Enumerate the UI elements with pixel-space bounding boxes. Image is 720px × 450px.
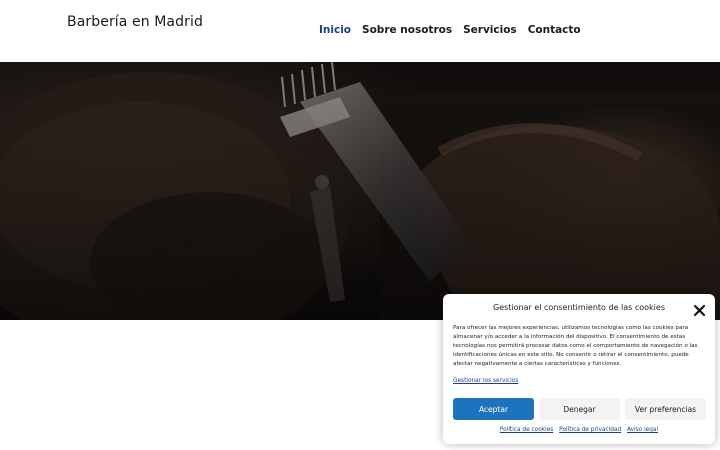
barber-scene-illustration: [0, 62, 720, 320]
hero-image: [0, 62, 720, 320]
nav-item-sobre-nosotros[interactable]: Sobre nosotros: [362, 24, 452, 36]
nav-item-servicios[interactable]: Servicios: [463, 24, 517, 36]
cookie-consent-banner: Gestionar el consentimiento de las cooki…: [443, 294, 715, 444]
close-icon[interactable]: [693, 302, 706, 317]
nav-item-inicio[interactable]: Inicio: [319, 24, 351, 36]
cookie-footer-links: Política de cookies Política de privacid…: [443, 427, 715, 433]
legal-notice-link[interactable]: Aviso legal: [627, 427, 658, 433]
main-nav: Inicio Sobre nosotros Servicios Contacto: [319, 24, 581, 36]
privacy-policy-link[interactable]: Política de privacidad: [559, 427, 621, 433]
accept-button[interactable]: Aceptar: [453, 398, 534, 420]
cookie-banner-title: Gestionar el consentimiento de las cooki…: [492, 303, 665, 312]
site-title[interactable]: Barbería en Madrid: [67, 14, 203, 30]
view-preferences-button[interactable]: Ver preferencias: [625, 398, 706, 420]
site-header: Barbería en Madrid Inicio Sobre nosotros…: [0, 0, 720, 62]
manage-services-link[interactable]: Gestionar los servicios: [453, 378, 518, 384]
cookie-banner-body: Para ofrecer las mejores experiencias, u…: [453, 325, 698, 368]
cookie-policy-link[interactable]: Política de cookies: [500, 427, 553, 433]
deny-button[interactable]: Denegar: [539, 398, 620, 420]
nav-item-contacto[interactable]: Contacto: [528, 24, 581, 36]
